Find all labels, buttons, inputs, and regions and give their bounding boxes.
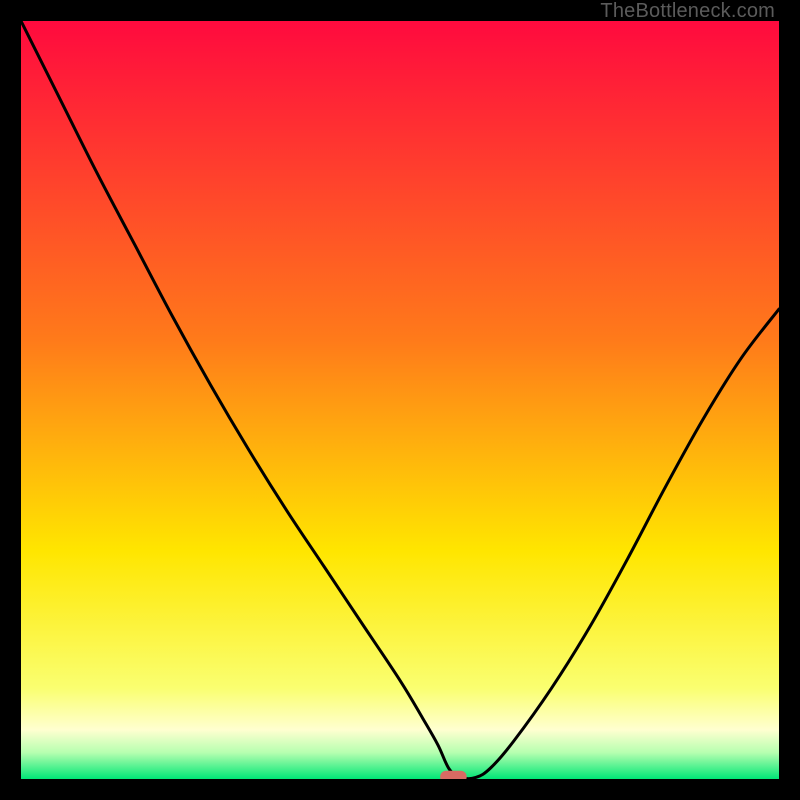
gradient-background [21,21,779,779]
bottleneck-chart [21,21,779,779]
watermark-text: TheBottleneck.com [600,0,775,23]
plot-area [21,21,779,779]
chart-frame: TheBottleneck.com [0,0,800,800]
optimal-marker [440,771,467,779]
